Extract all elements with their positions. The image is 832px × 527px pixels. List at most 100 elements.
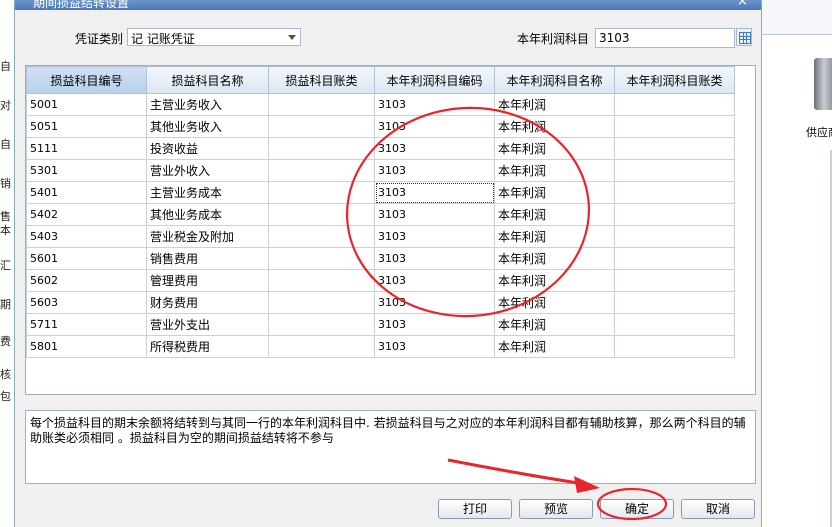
cell-profit-aux[interactable] (614, 181, 735, 204)
column-header-account-aux[interactable]: 损益科目账类 (268, 66, 375, 94)
column-header-account-name[interactable]: 损益科目名称 (146, 66, 269, 94)
cell-profit-name[interactable]: 本年利润 (494, 181, 615, 204)
table-row[interactable]: 5401 主营业务成本 3103 本年利润 (26, 181, 735, 204)
cancel-button[interactable]: 取消 (681, 499, 755, 519)
cell-account-name[interactable]: 营业税金及附加 (146, 225, 269, 248)
cell-profit-aux[interactable] (614, 137, 735, 160)
cell-profit-code[interactable]: 3103 (374, 203, 495, 226)
cell-profit-code[interactable]: 3103 (374, 115, 495, 138)
table-row[interactable]: 5111 投资收益 3103 本年利润 (26, 137, 735, 160)
cell-account-code[interactable]: 5402 (26, 203, 147, 226)
cell-profit-code[interactable]: 3103 (374, 335, 495, 358)
column-header-profit-aux[interactable]: 本年利润科目账类 (614, 66, 735, 94)
cell-account-code[interactable]: 5602 (26, 269, 147, 292)
cell-account-name[interactable]: 管理费用 (146, 269, 269, 292)
cell-account-code[interactable]: 5111 (26, 137, 147, 160)
cell-profit-name[interactable]: 本年利润 (494, 291, 615, 314)
cell-account-aux[interactable] (268, 313, 375, 336)
cell-account-name[interactable]: 其他业务收入 (146, 115, 269, 138)
cell-account-aux[interactable] (268, 247, 375, 270)
cell-profit-name[interactable]: 本年利润 (494, 93, 615, 116)
column-header-account-code[interactable]: 损益科目编号 (26, 66, 147, 94)
cell-profit-code[interactable]: 3103 (374, 181, 495, 204)
cell-account-aux[interactable] (268, 203, 375, 226)
chevron-down-icon[interactable] (288, 35, 296, 40)
cell-profit-aux[interactable] (614, 291, 735, 314)
cell-account-name[interactable]: 主营业务成本 (146, 181, 269, 204)
cell-profit-code[interactable]: 3103 (374, 247, 495, 270)
cell-profit-aux[interactable] (614, 335, 735, 358)
cell-account-aux[interactable] (268, 115, 375, 138)
table-row[interactable]: 5602 管理费用 3103 本年利润 (26, 269, 735, 292)
cell-account-name[interactable]: 投资收益 (146, 137, 269, 160)
cell-account-code[interactable]: 5001 (26, 93, 147, 116)
cell-account-aux[interactable] (268, 159, 375, 182)
cell-account-code[interactable]: 5051 (26, 115, 147, 138)
cell-profit-aux[interactable] (614, 93, 735, 116)
cell-profit-name[interactable]: 本年利润 (494, 247, 615, 270)
column-header-profit-name[interactable]: 本年利润科目名称 (494, 66, 615, 94)
preview-button[interactable]: 预览 (519, 499, 593, 519)
table-row[interactable]: 5051 其他业务收入 3103 本年利润 (26, 115, 735, 138)
cell-account-code[interactable]: 5403 (26, 225, 147, 248)
cell-account-code[interactable]: 5301 (26, 159, 147, 182)
cell-profit-aux[interactable] (614, 269, 735, 292)
cell-profit-name[interactable]: 本年利润 (494, 313, 615, 336)
cell-profit-name[interactable]: 本年利润 (494, 269, 615, 292)
column-header-profit-code[interactable]: 本年利润科目编码 (374, 66, 495, 94)
cell-account-code[interactable]: 5401 (26, 181, 147, 204)
database-icon[interactable] (814, 58, 832, 110)
table-row[interactable]: 5711 营业外支出 3103 本年利润 (26, 313, 735, 336)
cell-account-code[interactable]: 5711 (26, 313, 147, 336)
profit-account-input[interactable]: 3103 (595, 28, 735, 48)
cell-account-name[interactable]: 主营业务收入 (146, 93, 269, 116)
cell-account-aux[interactable] (268, 291, 375, 314)
cell-profit-code[interactable]: 3103 (374, 225, 495, 248)
cell-account-aux[interactable] (268, 93, 375, 116)
cell-account-aux[interactable] (268, 225, 375, 248)
cell-profit-code[interactable]: 3103 (374, 291, 495, 314)
cell-account-aux[interactable] (268, 137, 375, 160)
cell-account-name[interactable]: 营业外支出 (146, 313, 269, 336)
cell-profit-name[interactable]: 本年利润 (494, 225, 615, 248)
cell-profit-code[interactable]: 3103 (374, 313, 495, 336)
cell-profit-aux[interactable] (614, 225, 735, 248)
cell-account-aux[interactable] (268, 181, 375, 204)
cell-account-name[interactable]: 其他业务成本 (146, 203, 269, 226)
cell-account-name[interactable]: 所得税费用 (146, 335, 269, 358)
cell-profit-name[interactable]: 本年利润 (494, 159, 615, 182)
transfer-settings-grid[interactable]: 损益科目编号 损益科目名称 损益科目账类 本年利润科目编码 本年利润科目名称 本… (25, 65, 756, 395)
cell-profit-code[interactable]: 3103 (374, 159, 495, 182)
cell-profit-aux[interactable] (614, 115, 735, 138)
cell-account-aux[interactable] (268, 335, 375, 358)
cell-profit-name[interactable]: 本年利润 (494, 137, 615, 160)
cell-account-name[interactable]: 财务费用 (146, 291, 269, 314)
print-button[interactable]: 打印 (438, 499, 512, 519)
cell-profit-aux[interactable] (614, 203, 735, 226)
cell-profit-aux[interactable] (614, 247, 735, 270)
cell-account-aux[interactable] (268, 269, 375, 292)
cell-account-name[interactable]: 销售费用 (146, 247, 269, 270)
table-row[interactable]: 5001 主营业务收入 3103 本年利润 (26, 93, 735, 116)
cell-account-code[interactable]: 5601 (26, 247, 147, 270)
cell-profit-code[interactable]: 3103 (374, 137, 495, 160)
table-row[interactable]: 5301 营业外收入 3103 本年利润 (26, 159, 735, 182)
cell-account-code[interactable]: 5603 (26, 291, 147, 314)
cell-profit-name[interactable]: 本年利润 (494, 115, 615, 138)
table-row[interactable]: 5601 销售费用 3103 本年利润 (26, 247, 735, 270)
voucher-type-select[interactable]: 记 记账凭证 (127, 28, 301, 46)
cell-profit-code[interactable]: 3103 (374, 93, 495, 116)
dialog-titlebar[interactable]: 期间损益结转设置 × (15, 0, 761, 10)
supplier-shortcut-label[interactable]: 供应商 (806, 124, 832, 140)
table-row[interactable]: 5402 其他业务成本 3103 本年利润 (26, 203, 735, 226)
cell-profit-name[interactable]: 本年利润 (494, 335, 615, 358)
table-row[interactable]: 5603 财务费用 3103 本年利润 (26, 291, 735, 314)
close-icon[interactable]: × (737, 0, 748, 9)
cell-profit-aux[interactable] (614, 159, 735, 182)
cell-profit-name[interactable]: 本年利润 (494, 203, 615, 226)
cell-account-code[interactable]: 5801 (26, 335, 147, 358)
profit-account-lookup-button[interactable] (736, 28, 752, 46)
table-row[interactable]: 5403 营业税金及附加 3103 本年利润 (26, 225, 735, 248)
cell-profit-aux[interactable] (614, 313, 735, 336)
ok-button[interactable]: 确定 (600, 499, 674, 519)
